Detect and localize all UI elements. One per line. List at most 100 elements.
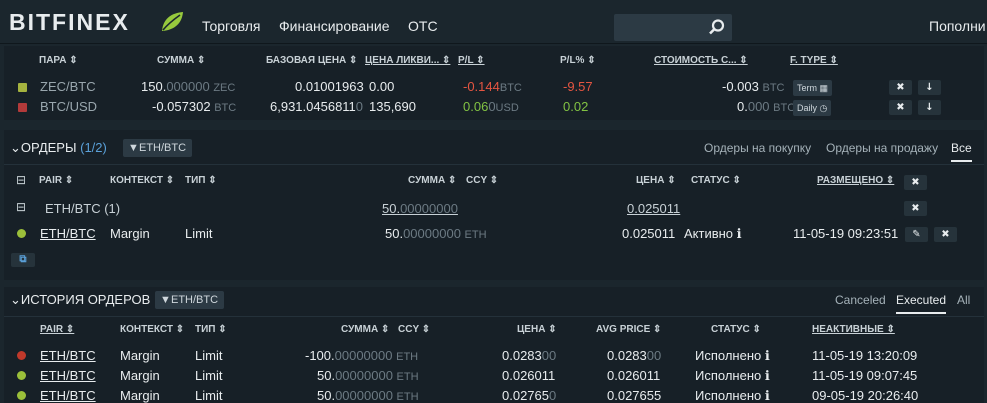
edit-order-icon[interactable]: ✎ bbox=[905, 227, 928, 242]
close-position-button[interactable]: ✖ bbox=[889, 100, 912, 115]
history-pair-link[interactable]: ETH/BTC bbox=[40, 348, 96, 363]
col-context[interactable]: КОНТЕКСТ ⇕ bbox=[120, 324, 184, 335]
tab-all[interactable]: All bbox=[957, 293, 970, 307]
col-pair[interactable]: PAIR ⇕ bbox=[39, 175, 73, 186]
orders-title[interactable]: ⌄ОРДЕРЫ (1/2) bbox=[10, 140, 107, 156]
position-plpct: -9.57 bbox=[563, 79, 593, 94]
nav-deposit[interactable]: Пополни bbox=[929, 18, 986, 34]
tab-sell-orders[interactable]: Ордеры на продажу bbox=[826, 141, 938, 155]
divider bbox=[4, 316, 984, 317]
filter-icon: ▼ bbox=[160, 294, 171, 306]
col-placed[interactable]: РАЗМЕЩЕНО ⇕ bbox=[817, 175, 894, 186]
nav-otc[interactable]: OTC bbox=[408, 18, 438, 34]
top-nav: BITFINEX Торговля Финансирование OTC Поп… bbox=[0, 0, 987, 44]
order-side-dot bbox=[17, 351, 26, 360]
history-status: Исполнено ℹ bbox=[695, 348, 770, 363]
position-pl: 0.060USD bbox=[463, 99, 519, 114]
col-avg-price[interactable]: AVG PRICE ⇕ bbox=[596, 324, 661, 335]
filter-icon: ▼ bbox=[128, 142, 139, 154]
history-pair-link[interactable]: ETH/BTC bbox=[40, 388, 96, 403]
info-icon[interactable]: ℹ bbox=[765, 388, 770, 403]
close-position-button[interactable]: ✖ bbox=[889, 80, 912, 95]
cancel-order-button[interactable]: ✖ bbox=[934, 227, 957, 242]
history-price: 0.028300 bbox=[502, 348, 557, 363]
history-status: Исполнено ℹ bbox=[695, 368, 770, 383]
col-liq-price[interactable]: ЦЕНА ЛИКВИ... ⇕ bbox=[365, 55, 450, 66]
order-side-dot bbox=[17, 391, 26, 400]
order-status: Активно ℹ bbox=[684, 226, 742, 241]
col-type[interactable]: ТИП ⇕ bbox=[195, 324, 227, 335]
info-icon[interactable]: ℹ bbox=[765, 348, 770, 363]
tab-buy-orders[interactable]: Ордеры на покупку bbox=[704, 141, 811, 155]
col-type[interactable]: ТИП ⇕ bbox=[185, 175, 217, 186]
positions-panel: ПАРА ⇕ СУММА ⇕ БАЗОВАЯ ЦЕНА ⇕ ЦЕНА ЛИКВИ… bbox=[4, 46, 984, 120]
col-status[interactable]: СТАТУС ⇕ bbox=[691, 175, 741, 186]
col-pair[interactable]: PAIR ⇕ bbox=[40, 324, 74, 335]
col-ccy[interactable]: CCY ⇕ bbox=[466, 175, 498, 186]
orders-panel: ⌄ОРДЕРЫ (1/2) ▼ ETH/BTC Ордеры на покупку… bbox=[4, 130, 984, 280]
nav-trading[interactable]: Торговля bbox=[202, 18, 260, 34]
position-cost: -0.003 BTC bbox=[722, 79, 785, 94]
history-title[interactable]: ⌄ИСТОРИЯ ОРДЕРОВ bbox=[10, 292, 150, 308]
history-avg-price: 0.027655 bbox=[607, 388, 662, 403]
col-base-price[interactable]: БАЗОВАЯ ЦЕНА ⇕ bbox=[266, 55, 357, 66]
expand-arrow-icon[interactable]: ↓ bbox=[918, 80, 941, 95]
history-price: 0.027650 bbox=[502, 388, 557, 403]
col-plpct[interactable]: P/L% ⇕ bbox=[560, 55, 596, 66]
order-side-dot bbox=[17, 371, 26, 380]
col-ftype[interactable]: F. TYPE ⇕ bbox=[790, 55, 838, 66]
cancel-group-button[interactable]: ✖ bbox=[904, 201, 927, 216]
position-pair[interactable]: ZEC/BTC bbox=[40, 79, 96, 94]
popout-icon[interactable]: ⧉ bbox=[11, 253, 35, 267]
col-price[interactable]: ЦЕНА ⇕ bbox=[636, 175, 676, 186]
ftype-badge[interactable]: Term ▦ bbox=[793, 80, 833, 96]
collapse-group-icon[interactable]: ⊟ bbox=[16, 200, 26, 214]
col-pair[interactable]: ПАРА ⇕ bbox=[39, 55, 78, 66]
history-type: Limit bbox=[195, 348, 223, 363]
chevron-down-icon[interactable]: ⌄ bbox=[10, 140, 21, 155]
info-icon[interactable]: ℹ bbox=[765, 368, 770, 383]
col-amount[interactable]: СУММА ⇕ bbox=[341, 324, 389, 335]
order-side-dot bbox=[17, 229, 26, 238]
tab-executed[interactable]: Executed bbox=[896, 293, 947, 314]
col-ccy[interactable]: CCY ⇕ bbox=[398, 324, 430, 335]
bitfinex-logo[interactable]: BITFINEX bbox=[9, 9, 130, 36]
history-status: Исполнено ℹ bbox=[695, 388, 770, 403]
order-context: Margin bbox=[110, 226, 150, 241]
history-time: 09-05-19 20:26:40 bbox=[812, 388, 919, 403]
history-avg-price: 0.028300 bbox=[607, 348, 662, 363]
position-pair[interactable]: BTC/USD bbox=[40, 99, 97, 114]
cancel-all-button[interactable]: ✖ bbox=[904, 175, 927, 190]
history-context: Margin bbox=[120, 388, 160, 403]
order-pair-link[interactable]: ETH/BTC bbox=[40, 226, 96, 241]
col-context[interactable]: КОНТЕКСТ ⇕ bbox=[110, 175, 174, 186]
history-filter-chip[interactable]: ▼ ETH/BTC bbox=[155, 291, 225, 309]
position-cost: 0.000 BTC bbox=[737, 99, 796, 114]
group-price: 0.025011 bbox=[627, 201, 681, 216]
order-history-panel: ⌄ИСТОРИЯ ОРДЕРОВ ▼ ETH/BTC Canceled Execu… bbox=[4, 287, 984, 403]
search-input[interactable] bbox=[614, 14, 732, 41]
collapse-all-icon[interactable]: ⊟ bbox=[16, 173, 26, 187]
col-pl[interactable]: P/L ⇕ bbox=[458, 55, 485, 66]
history-pair-link[interactable]: ETH/BTC bbox=[40, 368, 96, 383]
history-context: Margin bbox=[120, 348, 160, 363]
nav-funding[interactable]: Финансирование bbox=[279, 18, 390, 34]
ftype-badge[interactable]: Daily ◷ bbox=[793, 100, 832, 116]
info-icon[interactable]: ℹ bbox=[737, 226, 742, 241]
tab-canceled[interactable]: Canceled bbox=[835, 293, 886, 307]
leaf-logo-icon bbox=[162, 12, 183, 31]
col-status[interactable]: СТАТУС ⇕ bbox=[711, 324, 761, 335]
orders-filter-chip[interactable]: ▼ ETH/BTC bbox=[123, 139, 193, 157]
col-amount[interactable]: СУММА ⇕ bbox=[408, 175, 456, 186]
group-label: ETH/BTC (1) bbox=[45, 201, 121, 216]
col-inactive[interactable]: НЕАКТИВНЫЕ ⇕ bbox=[812, 324, 895, 335]
search-icon[interactable] bbox=[708, 19, 725, 36]
divider bbox=[4, 164, 984, 165]
tab-all-orders[interactable]: Все bbox=[951, 141, 972, 162]
expand-arrow-icon[interactable]: ↓ bbox=[918, 100, 941, 115]
calendar-icon: ▦ bbox=[819, 83, 829, 93]
col-cost[interactable]: СТОИМОСТЬ С... ⇕ bbox=[654, 55, 748, 66]
col-price[interactable]: ЦЕНА ⇕ bbox=[517, 324, 557, 335]
col-amount[interactable]: СУММА ⇕ bbox=[157, 55, 205, 66]
chevron-down-icon[interactable]: ⌄ bbox=[10, 292, 21, 307]
